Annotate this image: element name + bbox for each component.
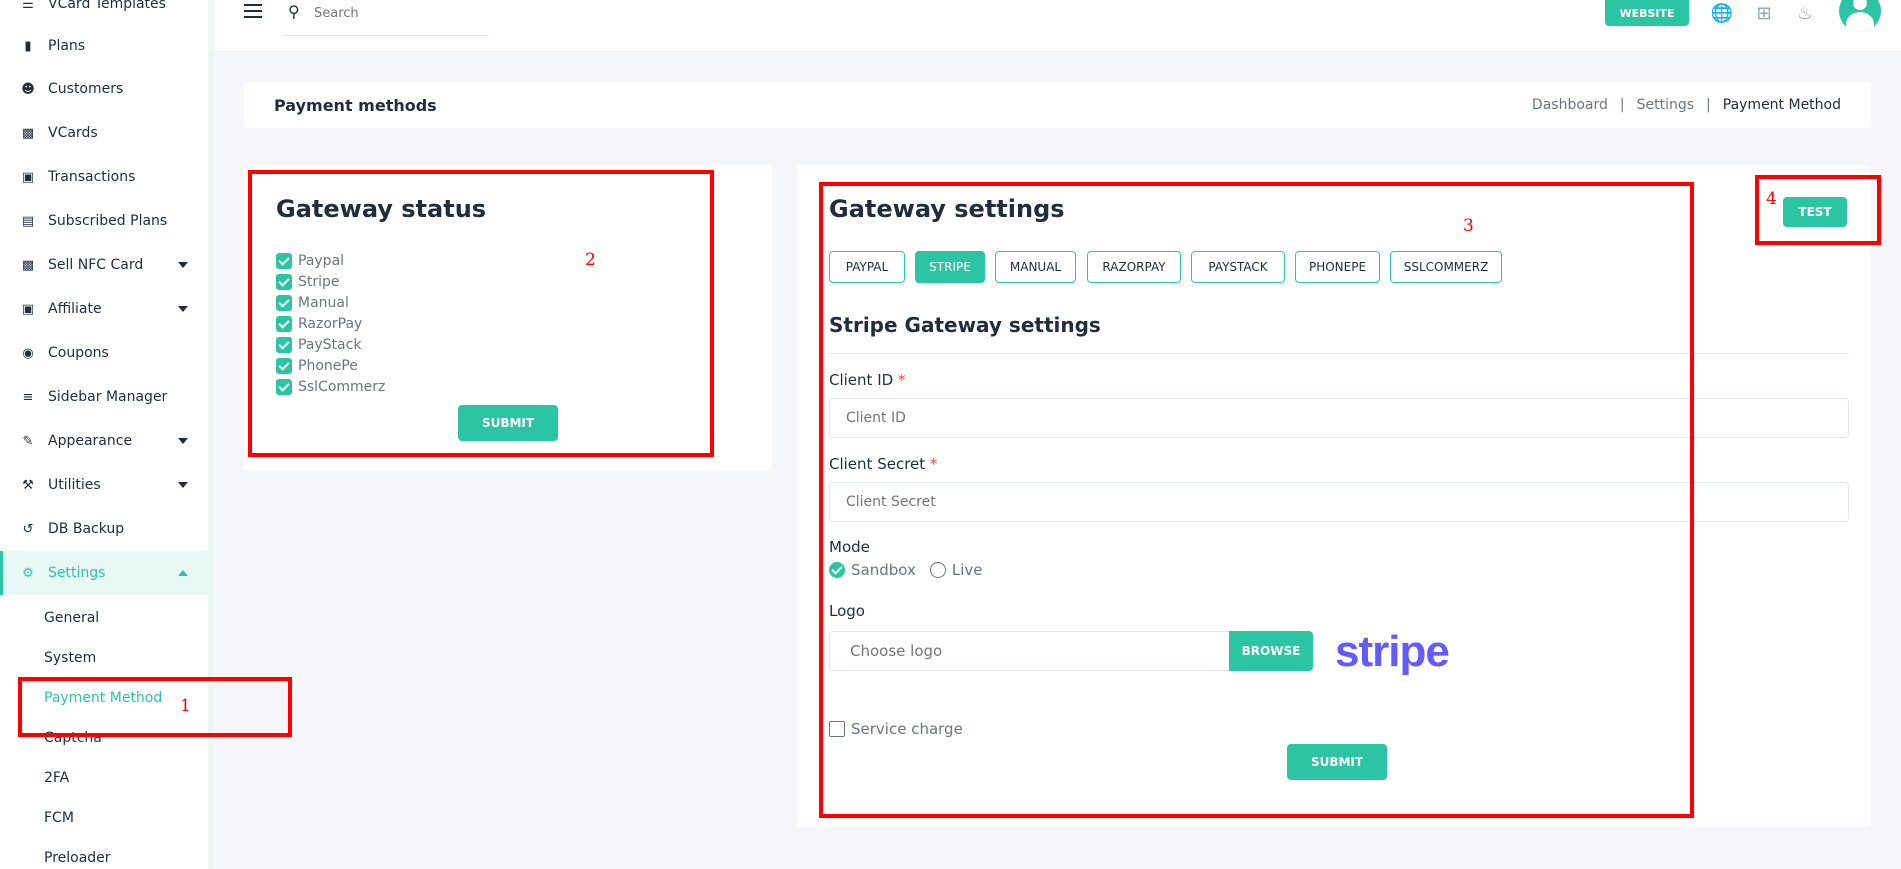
sidebar-item-customers[interactable]: ☻ Customers [0, 67, 208, 111]
annotation-box-3 [819, 182, 1694, 818]
sidebar-sub-fcm[interactable]: FCM [44, 806, 74, 830]
sidebar-item-settings[interactable]: ⚙ Settings [0, 551, 208, 595]
sidebar-item-affiliate[interactable]: ▣ Affiliate [0, 287, 208, 331]
sidebar-item-label: Utilities [48, 477, 101, 493]
breadcrumb: Dashboard | Settings | Payment Method [1532, 97, 1841, 113]
history-icon: ↺ [22, 521, 34, 537]
sidebar-item-label: Coupons [48, 345, 109, 361]
sidebar-item-vcards[interactable]: ▩ VCards [0, 111, 208, 155]
sidebar-item-label: DB Backup [48, 521, 125, 537]
page-header: Payment methods Dashboard | Settings | P… [244, 82, 1871, 128]
plan-icon: ▮ [24, 38, 32, 54]
sidebar-item-sell-nfc-card[interactable]: ▩ Sell NFC Card [0, 243, 208, 287]
bell-icon[interactable]: ♨ [1794, 2, 1816, 24]
annotation-number-2: 2 [585, 250, 596, 270]
breadcrumb-payment-method: Payment Method [1722, 97, 1841, 113]
sidebar-item-label: Settings [48, 565, 106, 581]
sidebar-item-appearance[interactable]: ✎ Appearance [0, 419, 208, 463]
vcard-icon: ▩ [21, 125, 35, 141]
sidebar-item-label: Sell NFC Card [48, 257, 144, 273]
add-square-icon[interactable]: ⊞ [1753, 2, 1775, 24]
breadcrumb-separator: | [1619, 97, 1625, 113]
globe-icon[interactable]: 🌐 [1711, 2, 1733, 24]
sidebar-item-label: Appearance [48, 433, 133, 449]
sidebar-item-db-backup[interactable]: ↺ DB Backup [0, 507, 208, 551]
sidebar-item-coupons[interactable]: ◉ Coupons [0, 331, 208, 375]
chevron-down-icon [178, 482, 188, 488]
gears-icon: ⚙ [22, 565, 34, 581]
sidebar-item-label: Plans [48, 38, 86, 54]
website-button[interactable]: WEBSITE [1605, 0, 1689, 26]
chevron-down-icon [178, 438, 188, 444]
sidebar-item-subscribed-plans[interactable]: ▤ Subscribed Plans [0, 199, 208, 243]
breadcrumb-separator: | [1706, 97, 1711, 113]
money-icon: ▣ [21, 169, 35, 185]
sidebar-item-label: Subscribed Plans [48, 213, 168, 229]
money-bag-icon: ◉ [22, 345, 34, 361]
sidebar-item-label: VCards [48, 125, 98, 141]
topbar: ⚲ WEBSITE 🌐 ⊞ ♨ [214, 0, 1901, 52]
archive-icon: ▤ [21, 213, 35, 229]
annotation-box-1 [18, 677, 292, 737]
sidebar-item-label: Affiliate [48, 301, 102, 317]
sidebar-item-label: Transactions [48, 169, 136, 185]
card-icon: ▩ [21, 257, 35, 273]
search-icon: ⚲ [288, 2, 300, 21]
sidebar: ☰ VCard Templates ▮ Plans ☻ Customers ▩ VCar… [0, 0, 214, 869]
annotation-box-2 [248, 170, 714, 457]
sidebar-item-transactions[interactable]: ▣ Transactions [0, 155, 208, 199]
hamburger-menu-icon[interactable] [244, 4, 262, 20]
users-icon: ☻ [21, 81, 35, 97]
annotation-number-1: 1 [180, 696, 191, 716]
sidebar-item-label: VCard Templates [48, 0, 166, 12]
sidebar-item-utilities[interactable]: ⚒ Utilities [0, 463, 208, 507]
annotation-number-3: 3 [1463, 216, 1474, 236]
chevron-up-icon [178, 570, 188, 576]
sidebar-sub-2fa[interactable]: 2FA [44, 766, 69, 790]
wrench-icon: ⚒ [22, 477, 34, 493]
sidebar-sub-system[interactable]: System [44, 646, 96, 670]
annotation-box-4 [1755, 175, 1881, 245]
sidebar-item-label: Customers [48, 81, 124, 97]
annotation-number-4: 4 [1766, 189, 1777, 209]
sidebar-sub-preloader[interactable]: Preloader [44, 846, 111, 869]
search-input[interactable] [314, 2, 484, 24]
brush-icon: ✎ [22, 433, 34, 449]
sidebar-sub-general[interactable]: General [44, 606, 99, 630]
list-icon: ≡ [22, 389, 34, 405]
chevron-down-icon [178, 262, 188, 268]
chevron-down-icon [178, 306, 188, 312]
sidebar-item-label: Sidebar Manager [48, 389, 168, 405]
avatar[interactable] [1839, 0, 1881, 32]
breadcrumb-settings[interactable]: Settings [1637, 97, 1694, 113]
sidebar-item-sidebar-manager[interactable]: ≡ Sidebar Manager [0, 375, 208, 419]
sidebar-item-vcard-templates[interactable]: ☰ VCard Templates [0, 0, 208, 26]
search-box: ⚲ [284, 0, 489, 36]
sidebar-item-plans[interactable]: ▮ Plans [0, 24, 208, 68]
layers-icon: ☰ [22, 0, 34, 12]
page-title: Payment methods [274, 96, 437, 115]
cash-icon: ▣ [21, 301, 35, 317]
breadcrumb-dashboard[interactable]: Dashboard [1532, 97, 1608, 113]
